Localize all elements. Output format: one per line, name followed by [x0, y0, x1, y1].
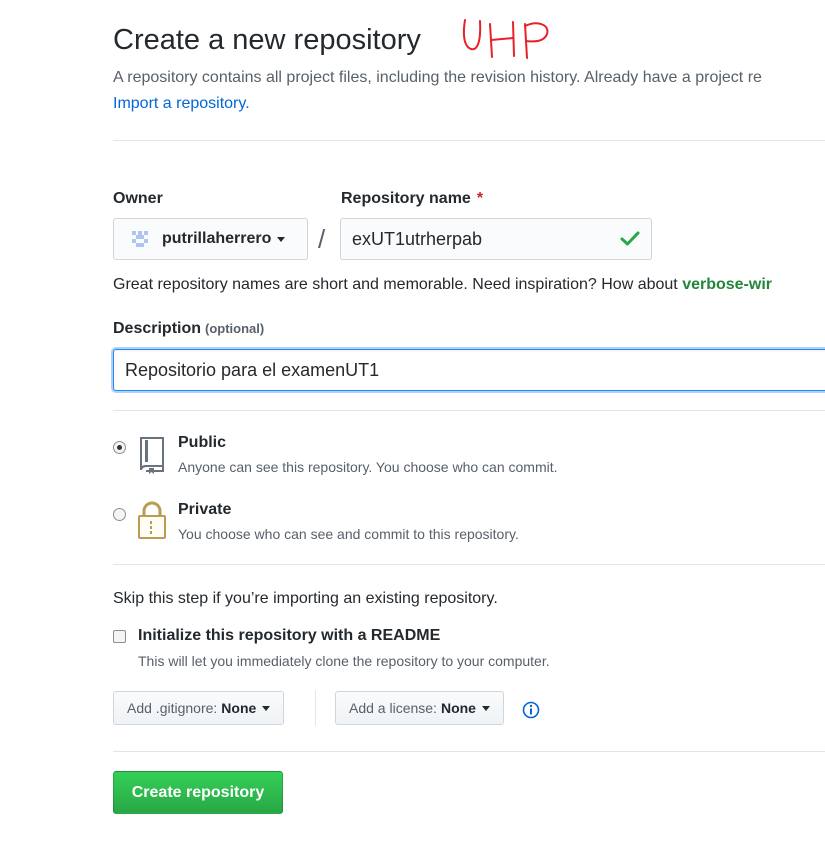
- private-option-description: You choose who can see and commit to thi…: [178, 526, 519, 542]
- page-title: Create a new repository: [113, 24, 421, 56]
- import-repository-link[interactable]: Import a repository.: [113, 95, 250, 113]
- page-subtitle: A repository contains all project files,…: [113, 69, 762, 86]
- skip-step-text: Skip this step if you’re importing an ex…: [113, 590, 498, 607]
- chevron-down-icon: [481, 705, 490, 711]
- chevron-down-icon: [262, 705, 271, 711]
- name-suggestion[interactable]: verbose-wir: [682, 276, 772, 293]
- initialize-readme-label[interactable]: Initialize this repository with a README: [138, 627, 440, 645]
- divider: [113, 751, 825, 752]
- add-license-button[interactable]: Add a license: None: [335, 691, 504, 725]
- repository-name-input[interactable]: [340, 218, 652, 260]
- public-radio[interactable]: [113, 441, 126, 454]
- public-option-title: Public: [178, 434, 227, 451]
- required-marker: *: [476, 190, 484, 207]
- divider: [315, 690, 316, 726]
- divider: [113, 410, 825, 411]
- chevron-down-icon: [277, 236, 286, 242]
- owner-repo-separator: /: [318, 224, 326, 254]
- owner-dropdown-button[interactable]: putrillaherrero: [113, 218, 308, 260]
- repository-name-label: Repository name *: [341, 190, 484, 207]
- initialize-readme-checkbox[interactable]: [113, 630, 126, 643]
- repo-book-icon: [140, 437, 164, 474]
- private-option-title: Private: [178, 501, 232, 518]
- private-radio[interactable]: [113, 508, 126, 521]
- add-gitignore-button[interactable]: Add .gitignore: None: [113, 691, 285, 725]
- divider: [113, 140, 825, 141]
- description-input[interactable]: [113, 349, 825, 391]
- handwritten-annotation-uhp: [462, 19, 549, 59]
- optional-label: (optional): [205, 321, 265, 336]
- create-repository-button[interactable]: Create repository: [113, 771, 283, 814]
- public-option-description: Anyone can see this repository. You choo…: [178, 459, 558, 475]
- owner-name: putrillaherrero: [162, 230, 272, 247]
- description-label: Description (optional): [113, 320, 265, 337]
- initialize-readme-description: This will let you immediately clone the …: [138, 653, 550, 669]
- divider: [113, 564, 825, 565]
- lock-icon: [138, 501, 166, 539]
- info-icon[interactable]: [522, 701, 540, 719]
- check-icon: [620, 231, 640, 246]
- repository-name-hint: Great repository names are short and mem…: [113, 276, 772, 293]
- owner-label: Owner: [113, 190, 163, 207]
- identicon-avatar-icon: [132, 231, 148, 247]
